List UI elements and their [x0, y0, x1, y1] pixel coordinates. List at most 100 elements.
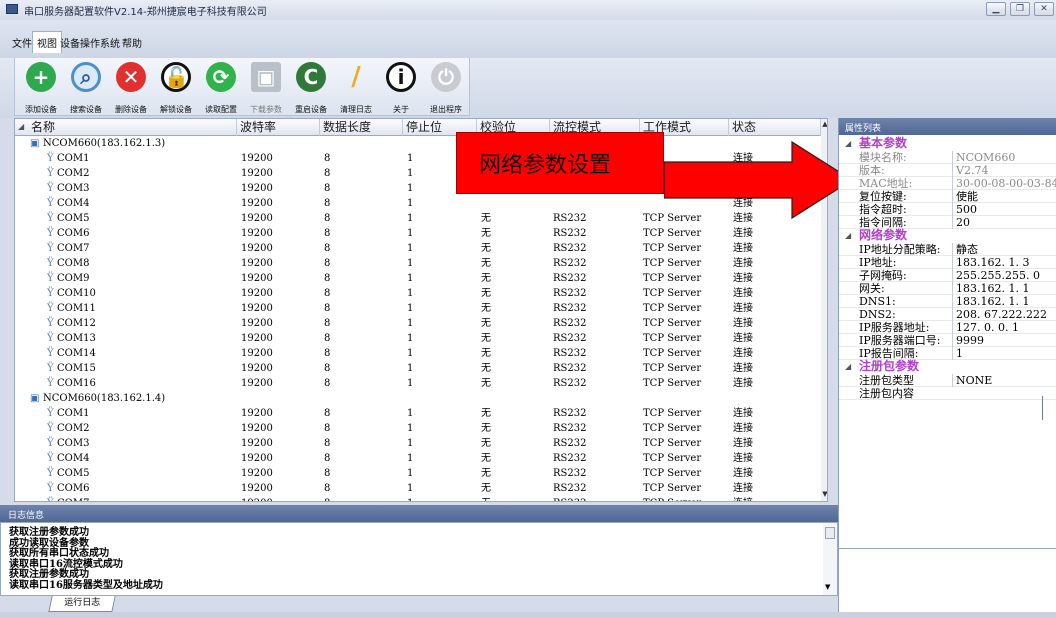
- property-row[interactable]: 注册包类型 NONE: [839, 374, 1056, 387]
- port-row[interactable]: Ÿ COM6 19200 8 1 无 RS232 TCP Server 连接: [15, 482, 815, 497]
- property-value[interactable]: 30-00-08-00-03-84: [952, 177, 1056, 190]
- property-value[interactable]: 9999: [952, 334, 1056, 347]
- port-icon: Ÿ: [47, 348, 54, 359]
- property-row[interactable]: IP地址分配策略: 静态: [839, 243, 1056, 256]
- callout-text: 网络参数设置: [479, 153, 612, 178]
- port-cell-3: 1: [407, 318, 414, 329]
- port-row[interactable]: Ÿ COM4 19200 8 1 无 RS232 TCP Server 连接: [15, 452, 815, 467]
- port-row[interactable]: Ÿ COM2 19200 8 1 无 RS232 TCP Server 连接: [15, 422, 815, 437]
- property-row[interactable]: IP服务器地址: 127. 0. 0. 1: [839, 321, 1056, 334]
- close-icon[interactable]: ✕: [1034, 2, 1054, 16]
- scroll-up-icon[interactable]: ▲: [821, 119, 827, 129]
- property-row[interactable]: IP地址: 183.162. 1. 3: [839, 256, 1056, 269]
- property-value[interactable]: V2.74: [952, 164, 1056, 177]
- toolbar-button-7[interactable]: / 清理日志: [336, 62, 376, 116]
- property-value[interactable]: 255.255.255. 0: [952, 269, 1056, 282]
- collapse-icon[interactable]: ◢: [845, 360, 851, 373]
- property-value[interactable]: 208. 67.222.222: [952, 308, 1056, 321]
- toolbar-button-1[interactable]: ⌕ 搜索设备: [66, 62, 106, 116]
- grid-header-0[interactable]: 名称: [15, 119, 237, 136]
- port-cell-7: 连接: [733, 497, 753, 501]
- port-row[interactable]: Ÿ COM12 19200 8 1 无 RS232 TCP Server 连接: [15, 317, 815, 332]
- port-row[interactable]: Ÿ COM13 19200 8 1 无 RS232 TCP Server 连接: [15, 332, 815, 347]
- port-row[interactable]: Ÿ COM10 19200 8 1 无 RS232 TCP Server 连接: [15, 287, 815, 302]
- port-cell-2: 8: [324, 228, 331, 239]
- port-row[interactable]: Ÿ COM8 19200 8 1 无 RS232 TCP Server 连接: [15, 257, 815, 272]
- toolbar-button-3[interactable]: 🔓 解锁设备: [156, 62, 196, 116]
- property-value[interactable]: 127. 0. 0. 1: [952, 321, 1056, 334]
- port-row[interactable]: ŸCOM7 19200 8 1 无 RS232 TCP Server 连接: [15, 497, 815, 501]
- property-category[interactable]: ◢ 基本参数: [839, 137, 1056, 150]
- log-area[interactable]: ▼ 获取注册参数成功 成功读取设备参数 获取所有串口状态成功 读取串口16流控模式成功…: [0, 522, 838, 596]
- port-row[interactable]: Ÿ COM15 19200 8 1 无 RS232 TCP Server 连接: [15, 362, 815, 377]
- toolbar-button-8[interactable]: i 关于: [381, 62, 421, 116]
- property-category[interactable]: ◢ 网络参数: [839, 229, 1056, 242]
- scroll-down-icon[interactable]: ▼: [821, 489, 827, 499]
- port-row[interactable]: Ÿ COM14 19200 8 1 无 RS232 TCP Server 连接: [15, 347, 815, 362]
- device-name: NCOM660(183.162.1.3): [43, 138, 166, 149]
- port-cell-2: 8: [324, 288, 331, 299]
- property-row[interactable]: 版本: V2.74: [839, 164, 1056, 177]
- property-row[interactable]: 模块名称: NCOM660: [839, 151, 1056, 164]
- collapse-icon[interactable]: ◢: [845, 229, 851, 242]
- toolbar-button-6[interactable]: C 重启设备: [291, 62, 331, 116]
- port-row[interactable]: Ÿ COM1 19200 8 1 无 RS232 TCP Server 连接: [15, 407, 815, 422]
- panel-splitter[interactable]: [1042, 396, 1056, 420]
- port-cell-0: COM4: [57, 453, 90, 464]
- property-row[interactable]: MAC地址: 30-00-08-00-03-84: [839, 177, 1056, 190]
- property-row[interactable]: 网关: 183.162. 1. 1: [839, 282, 1056, 295]
- property-value[interactable]: 183.162. 1. 3: [952, 256, 1056, 269]
- port-cell-1: 19200: [241, 228, 273, 239]
- port-row[interactable]: Ÿ COM11 19200 8 1 无 RS232 TCP Server 连接: [15, 302, 815, 317]
- property-row[interactable]: DNS1: 183.162. 1. 1: [839, 295, 1056, 308]
- port-row[interactable]: Ÿ COM9 19200 8 1 无 RS232 TCP Server 连接: [15, 272, 815, 287]
- toolbar-button-4[interactable]: ⟳ 读取配置: [201, 62, 241, 116]
- toolbar-button-2[interactable]: ✕ 删除设备: [111, 62, 151, 116]
- property-value[interactable]: 静态: [952, 243, 1056, 256]
- port-cell-5: RS232: [553, 333, 587, 344]
- log-scroll-thumb[interactable]: [825, 527, 835, 539]
- property-row[interactable]: DNS2: 208. 67.222.222: [839, 308, 1056, 321]
- port-row[interactable]: Ÿ COM16 19200 8 1 无 RS232 TCP Server 连接: [15, 377, 815, 392]
- property-value[interactable]: 1: [952, 347, 1056, 360]
- log-scrollbar[interactable]: ▼: [823, 523, 837, 595]
- log-line: 获取注册参数成功: [9, 569, 89, 580]
- property-value[interactable]: 183.162. 1. 1: [952, 282, 1056, 295]
- property-value[interactable]: NCOM660: [952, 151, 1056, 164]
- port-row[interactable]: Ÿ COM6 19200 8 1 无 RS232 TCP Server 连接: [15, 227, 815, 242]
- grid-header-2[interactable]: 数据长度: [320, 119, 403, 136]
- log-scroll-down-icon[interactable]: ▼: [825, 583, 830, 591]
- collapse-icon[interactable]: ◢: [845, 137, 851, 150]
- port-row[interactable]: Ÿ COM5 19200 8 1 无 RS232 TCP Server 连接: [15, 467, 815, 482]
- device-icon: ▣: [30, 393, 40, 404]
- property-row[interactable]: 复位按键: 使能: [839, 190, 1056, 203]
- property-category[interactable]: ◢ 注册包参数: [839, 360, 1056, 373]
- property-row[interactable]: 子网掩码: 255.255.255. 0: [839, 269, 1056, 282]
- grid-header-1[interactable]: 波特率: [237, 119, 320, 136]
- toolbar-button-0[interactable]: + 添加设备: [21, 62, 61, 116]
- tab-run-log[interactable]: 运行日志: [48, 596, 116, 612]
- property-value[interactable]: 20: [952, 216, 1056, 229]
- device-row[interactable]: ▣ NCOM660(183.162.1.4): [15, 392, 815, 407]
- property-row[interactable]: IP服务器端口号: 9999: [839, 334, 1056, 347]
- port-cell-7: 连接: [733, 303, 753, 314]
- port-cell-1: 19200: [241, 423, 273, 434]
- toolbar-button-9[interactable]: ⏻ 退出程序: [426, 62, 466, 116]
- port-row[interactable]: Ÿ COM3 19200 8 1 无 RS232 TCP Server 连接: [15, 437, 815, 452]
- minimize-icon[interactable]: ▁: [986, 2, 1006, 16]
- log-line: 读取串口16服务器类型及地址成功: [9, 579, 163, 591]
- property-row[interactable]: 注册包内容: [839, 387, 1056, 400]
- property-row[interactable]: 指令超时: 500: [839, 203, 1056, 216]
- property-value[interactable]: NONE: [952, 374, 1056, 387]
- toolbar: + 添加设备 ⌕ 搜索设备 ✕ 删除设备 🔓 解锁设备 ⟳ 读取配置 ▣ 下载参数 C 重启设备 / 清理日志…: [0, 58, 1056, 118]
- maximize-icon[interactable]: ❐: [1010, 2, 1030, 16]
- grid-header-7[interactable]: 状态: [729, 119, 821, 136]
- toolbar-button-5[interactable]: ▣ 下载参数: [246, 62, 286, 116]
- port-cell-0: COM3: [57, 438, 90, 449]
- property-value[interactable]: 500: [952, 203, 1056, 216]
- property-value[interactable]: 使能: [952, 190, 1056, 203]
- port-cell-6: TCP Server: [643, 453, 702, 464]
- menu-item-5[interactable]: 帮助: [118, 34, 146, 51]
- property-value[interactable]: 183.162. 1. 1: [952, 295, 1056, 308]
- port-row[interactable]: ŸCOM7 19200 8 1 无 RS232 TCP Server 连接: [15, 242, 815, 257]
